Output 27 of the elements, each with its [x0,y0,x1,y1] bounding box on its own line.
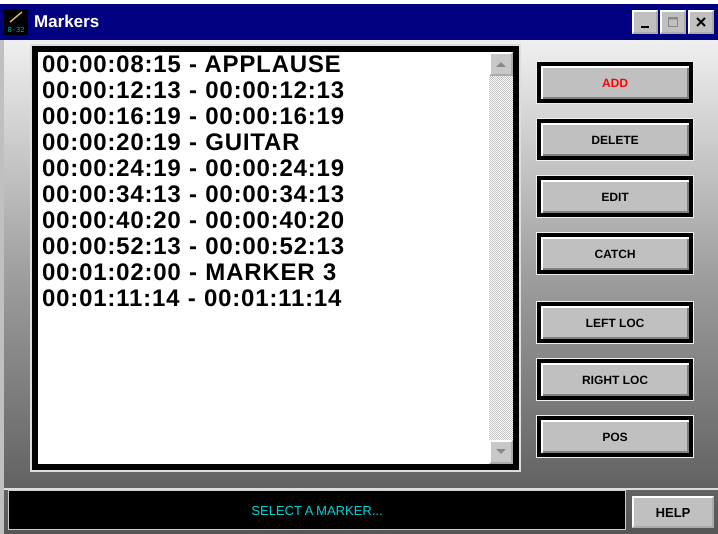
window-title: Markers [34,12,100,32]
minimize-button[interactable] [632,10,658,34]
marker-item[interactable]: 00:00:16:19 - 00:00:16:19 [42,104,485,130]
action-button[interactable]: EDIT [537,176,693,217]
action-button[interactable]: RIGHT LOC [537,359,693,400]
marker-item[interactable]: 00:01:02:00 - MARKER 3 [42,260,485,286]
status-text: SELECT A MARKER... [251,502,383,518]
marker-item[interactable]: 00:00:20:19 - GUITAR [42,130,485,156]
marker-item[interactable]: 00:01:11:14 - 00:01:11:14 [42,286,485,312]
action-button[interactable]: POS [537,416,693,457]
marker-item[interactable]: 00:00:40:20 - 00:00:40:20 [42,208,485,234]
maximize-icon [667,16,679,28]
scroll-up-icon[interactable] [489,52,513,76]
close-button[interactable] [688,10,714,34]
scroll-down-icon[interactable] [489,440,513,464]
action-button[interactable]: CATCH [537,233,693,274]
minimize-icon [641,26,649,28]
action-button[interactable]: DELETE [537,119,693,160]
help-button[interactable]: HELP [632,496,714,528]
marker-item[interactable]: 00:00:52:13 - 00:00:52:13 [42,234,485,260]
action-button[interactable]: LEFT LOC [537,302,693,343]
marker-item[interactable]: 00:00:24:19 - 00:00:24:19 [42,156,485,182]
close-icon [695,16,707,28]
scrollbar[interactable] [489,52,513,464]
marker-item[interactable]: 00:00:34:13 - 00:00:34:13 [42,182,485,208]
marker-item[interactable]: 00:00:08:15 - APPLAUSE [42,52,485,78]
marker-item[interactable]: 00:00:12:13 - 00:00:12:13 [42,78,485,104]
